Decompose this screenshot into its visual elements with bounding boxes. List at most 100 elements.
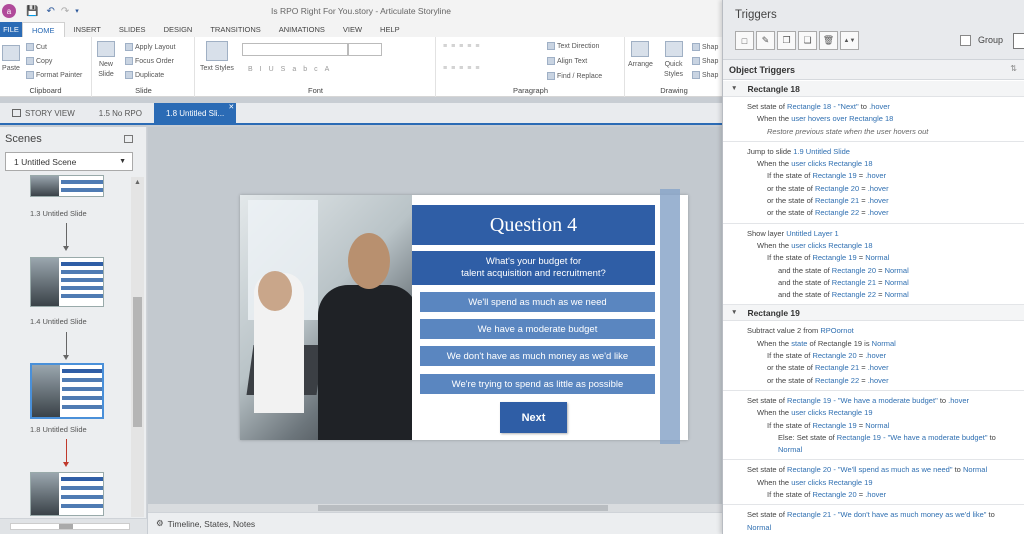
customize-toolbar-icon[interactable]: ▾	[75, 7, 79, 15]
trigger-link[interactable]: .hover	[865, 351, 886, 360]
trigger-link[interactable]: 1.9 Untitled Slide	[793, 147, 850, 156]
trigger-link[interactable]: Normal	[885, 278, 909, 287]
trigger-link[interactable]: RPOornot	[820, 326, 853, 335]
copy-button[interactable]: Copy	[26, 57, 52, 65]
trigger-link[interactable]: .hover	[868, 208, 889, 217]
shape-fill-button[interactable]: Shap	[692, 43, 718, 51]
shape-effects-button[interactable]: Shap	[692, 71, 718, 79]
cut-button[interactable]: Cut	[26, 43, 47, 51]
undo-icon[interactable]: ↶	[46, 6, 54, 17]
scenes-scrollbar[interactable]: ▲	[131, 177, 144, 517]
trigger-item[interactable]: Set state of Rectangle 21 - "We don't ha…	[723, 505, 1024, 534]
trigger-link[interactable]: Rectangle 22	[815, 376, 859, 385]
trigger-link[interactable]: user clicks	[791, 408, 826, 417]
trigger-link[interactable]: Normal	[885, 266, 909, 275]
trigger-link[interactable]: .hover	[868, 196, 889, 205]
trigger-link[interactable]: state	[791, 339, 807, 348]
trigger-item[interactable]: Set state of Rectangle 19 - "We have a m…	[723, 391, 1024, 461]
trigger-link[interactable]: Rectangle 19 - "We have a moderate budge…	[787, 396, 938, 405]
tab-help[interactable]: HELP	[371, 22, 409, 37]
tab-design[interactable]: DESIGN	[155, 22, 202, 37]
delete-trigger-icon[interactable]: 🗑	[819, 31, 838, 50]
tab-home[interactable]: HOME	[22, 22, 65, 37]
trigger-link[interactable]: user clicks	[791, 478, 826, 487]
question-title[interactable]: Question 4	[412, 205, 655, 245]
collapse-caret-icon[interactable]: ▼	[731, 85, 737, 92]
trigger-link[interactable]: Rectangle 18	[849, 114, 893, 123]
trigger-item[interactable]: Subtract value 2 from RPOornot When the s…	[723, 321, 1024, 391]
decorative-vertical-bar[interactable]	[660, 189, 680, 444]
trigger-link[interactable]: Rectangle 22	[815, 208, 859, 217]
align-text-button[interactable]: Align Text	[547, 57, 587, 65]
trigger-object-section[interactable]: ▼ Rectangle 18	[723, 81, 1024, 97]
trigger-link[interactable]: Rectangle 20 - "We'll spend as much as w…	[787, 465, 952, 474]
scrollbar-thumb[interactable]	[318, 505, 608, 511]
question-prompt[interactable]: What's your budget for talent acquisitio…	[412, 251, 655, 285]
timeline-toggle[interactable]: ⚙ Timeline, States, Notes	[148, 512, 722, 534]
slide-thumbnail[interactable]	[30, 175, 104, 197]
panel-options-icon[interactable]	[124, 135, 133, 143]
trigger-item[interactable]: Show layer Untitled Layer 1 When the user…	[723, 224, 1024, 306]
slide-thumbnail-selected[interactable]	[30, 363, 104, 419]
trigger-link[interactable]: Untitled Layer 1	[786, 229, 839, 238]
slide-thumbnail[interactable]	[30, 472, 104, 516]
trigger-link[interactable]: Normal	[865, 253, 889, 262]
trigger-item[interactable]: Jump to slide 1.9 Untitled Slide When the…	[723, 142, 1024, 224]
scrollbar-thumb[interactable]	[133, 297, 142, 427]
trigger-link[interactable]: Normal	[747, 523, 771, 532]
trigger-link[interactable]: Rectangle 19	[828, 478, 872, 487]
zoom-slider[interactable]	[10, 523, 130, 530]
trigger-link[interactable]: Rectangle 20	[812, 490, 856, 499]
font-size-select[interactable]	[348, 43, 382, 56]
format-painter-button[interactable]: Format Painter	[26, 71, 82, 79]
trigger-link[interactable]: .hover	[948, 396, 969, 405]
scroll-up-icon[interactable]: ▲	[134, 179, 141, 186]
trigger-link[interactable]: .hover	[865, 171, 886, 180]
trigger-link[interactable]: Rectangle 18	[828, 159, 872, 168]
scene-select[interactable]: 1 Untitled Scene ▼	[5, 152, 133, 171]
shape-outline-button[interactable]: Shap	[692, 57, 718, 65]
trigger-link[interactable]: Rectangle 19	[828, 408, 872, 417]
tab-file[interactable]: FILE	[0, 22, 22, 37]
canvas-horizontal-scrollbar[interactable]	[148, 504, 722, 512]
answer-option-2[interactable]: We have a moderate budget	[420, 319, 655, 339]
arrange-button[interactable]: Arrange	[628, 41, 653, 68]
tab-story-view[interactable]: STORY VIEW	[0, 103, 87, 123]
list-buttons[interactable]: ≡≡≡≡≡	[443, 43, 483, 50]
trigger-link[interactable]: Normal	[872, 339, 896, 348]
pin-icon[interactable]: ⇅	[1010, 64, 1017, 73]
trigger-link[interactable]: Rectangle 19	[812, 421, 856, 430]
quick-styles-button[interactable]: Quick Styles	[664, 41, 683, 79]
group-checkbox[interactable]	[960, 35, 971, 46]
find-replace-button[interactable]: Find / Replace	[547, 72, 602, 80]
font-family-select[interactable]	[242, 43, 348, 56]
trigger-item[interactable]: Set state of Rectangle 20 - "We'll spend…	[723, 460, 1024, 506]
close-tab-icon[interactable]: ✕	[228, 103, 234, 111]
tab-transitions[interactable]: TRANSITIONS	[201, 22, 269, 37]
text-direction-button[interactable]: Text Direction	[547, 42, 599, 50]
save-icon[interactable]: 💾	[26, 6, 38, 17]
move-trigger-icon[interactable]: ▲▼	[840, 31, 859, 50]
trigger-link[interactable]: Rectangle 18 - "Next"	[787, 102, 859, 111]
trigger-link[interactable]: user clicks	[791, 241, 826, 250]
trigger-link[interactable]: .hover	[869, 102, 890, 111]
trigger-link[interactable]: Normal	[885, 290, 909, 299]
tab-insert[interactable]: INSERT	[65, 22, 110, 37]
trigger-link[interactable]: Rectangle 21	[832, 278, 876, 287]
focus-order-button[interactable]: Focus Order	[125, 57, 174, 65]
trigger-link[interactable]: Rectangle 21	[815, 196, 859, 205]
panel-expand-icon[interactable]	[1013, 33, 1024, 49]
trigger-link[interactable]: Rectangle 19 - "We have a moderate budge…	[837, 433, 988, 442]
next-button[interactable]: Next	[500, 402, 567, 433]
trigger-link[interactable]: Rectangle 20	[815, 184, 859, 193]
tab-untitled-slide[interactable]: 1.8 Untitled Sli... ✕	[153, 103, 237, 123]
trigger-link[interactable]: Rectangle 20	[832, 266, 876, 275]
trigger-link[interactable]: .hover	[868, 363, 889, 372]
answer-option-4[interactable]: We're trying to spend as little as possi…	[420, 374, 655, 394]
trigger-link[interactable]: Rectangle 22	[832, 290, 876, 299]
answer-option-1[interactable]: We'll spend as much as we need	[420, 292, 655, 312]
trigger-link[interactable]: Rectangle 19	[812, 253, 856, 262]
align-buttons[interactable]: ≡≡≡≡≡	[443, 65, 483, 72]
collapse-caret-icon[interactable]: ▼	[731, 309, 737, 316]
trigger-link[interactable]: .hover	[868, 184, 889, 193]
